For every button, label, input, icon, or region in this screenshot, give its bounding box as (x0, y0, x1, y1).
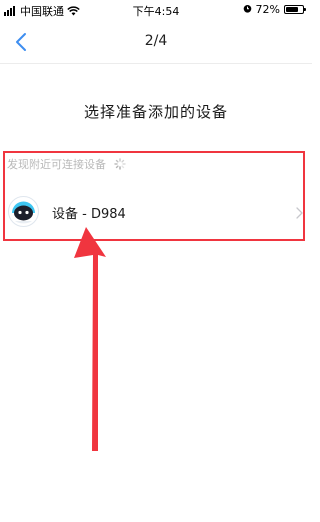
page-step-indicator: 2/4 (144, 33, 168, 49)
status-bar: 中国联通 下午4:54 72% (0, 0, 312, 20)
alarm-icon (243, 3, 252, 16)
battery-percent: 72% (255, 3, 280, 16)
chevron-right-icon (294, 205, 304, 219)
loading-spinner-icon (114, 158, 126, 170)
device-list-item[interactable]: 设备 - D984 (4, 185, 304, 239)
battery-icon (284, 5, 306, 14)
annotation-arrow-up-icon (74, 227, 106, 451)
section-label: 发现附近可连接设备 (7, 158, 106, 171)
page-title: 选择准备添加的设备 (83, 103, 228, 121)
robot-avatar-icon (8, 196, 39, 227)
status-bar-right: 72% (243, 3, 306, 16)
battery-level-fill (286, 7, 298, 12)
section-header: 发现附近可连接设备 (7, 156, 126, 172)
navigation-bar: 2/4 (0, 20, 312, 64)
device-name: 设备 - D984 (52, 207, 126, 222)
